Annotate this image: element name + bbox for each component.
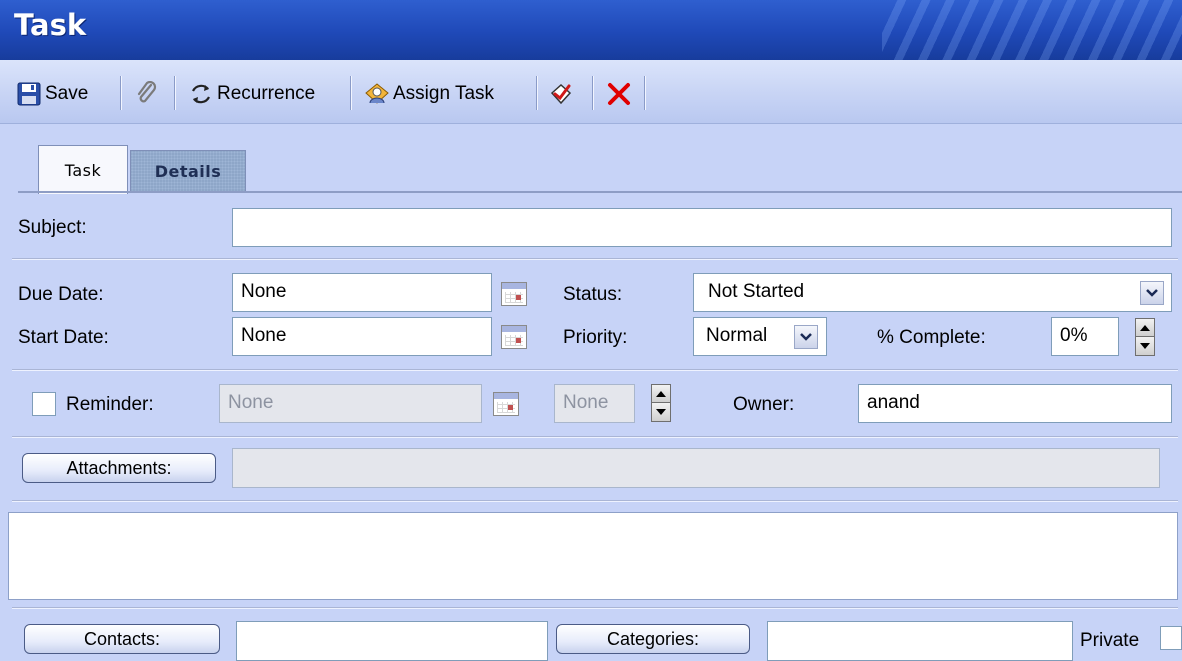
chevron-down-icon [800, 333, 812, 341]
recurrence-label: Recurrence [217, 83, 316, 104]
mark-complete-icon [550, 83, 572, 105]
calendar-icon[interactable] [501, 325, 527, 349]
percent-complete-spinner[interactable] [1135, 318, 1155, 356]
save-button[interactable]: Save [16, 78, 88, 110]
divider [12, 500, 1178, 502]
owner-label: Owner: [733, 394, 795, 415]
title-bar-decoration [882, 0, 1182, 60]
reminder-checkbox[interactable] [32, 392, 56, 416]
reminder-date-input[interactable]: None [219, 384, 482, 423]
status-select[interactable]: Not Started [693, 273, 1172, 312]
reminder-time-spinner[interactable] [651, 384, 671, 422]
divider [12, 258, 1178, 260]
toolbar-separator [350, 76, 352, 110]
toolbar: Save Recurrence Assign Task [0, 60, 1182, 124]
due-date-label: Due Date: [18, 284, 104, 305]
mark-complete-button[interactable] [548, 78, 577, 110]
subject-input[interactable] [232, 208, 1172, 247]
status-value: Not Started [708, 281, 805, 302]
toolbar-separator [592, 76, 594, 110]
spin-down-arrow[interactable] [652, 403, 670, 421]
toolbar-separator [644, 76, 646, 110]
status-label: Status: [563, 284, 623, 305]
tab-details[interactable]: Details [130, 150, 246, 192]
paperclip-icon [137, 81, 157, 103]
priority-label: Priority: [563, 327, 628, 348]
contacts-input[interactable] [236, 621, 548, 661]
tab-task[interactable]: Task [38, 145, 128, 194]
calendar-icon[interactable] [501, 282, 527, 306]
toolbar-separator [120, 76, 122, 110]
categories-input[interactable] [767, 621, 1073, 661]
due-date-input[interactable]: None [232, 273, 492, 312]
reminder-time-input[interactable]: None [554, 384, 635, 423]
assign-task-label: Assign Task [393, 83, 495, 104]
start-date-input[interactable]: None [232, 317, 492, 356]
delete-button[interactable] [606, 78, 635, 110]
priority-dropdown-button[interactable] [794, 325, 818, 349]
toolbar-separator [174, 76, 176, 110]
delete-icon [608, 83, 630, 105]
notes-textarea[interactable] [8, 512, 1178, 600]
title-bar [0, 0, 1182, 60]
priority-value: Normal [706, 325, 768, 346]
contacts-button[interactable]: Contacts: [24, 624, 220, 654]
categories-button[interactable]: Categories: [556, 624, 750, 654]
private-label: Private [1080, 630, 1140, 651]
subject-label: Subject: [18, 217, 87, 238]
reminder-label: Reminder: [66, 394, 154, 415]
divider [12, 436, 1178, 438]
save-icon [17, 82, 41, 106]
status-dropdown-button[interactable] [1140, 281, 1164, 305]
spin-down-arrow[interactable] [1136, 337, 1154, 355]
private-checkbox[interactable] [1160, 626, 1182, 650]
start-date-label: Start Date: [18, 327, 109, 348]
assign-task-button[interactable]: Assign Task [364, 78, 494, 110]
window-title: Task [14, 8, 87, 42]
owner-input[interactable]: anand [858, 384, 1172, 423]
chevron-down-icon [1146, 289, 1158, 297]
toolbar-separator [536, 76, 538, 110]
spin-up-arrow[interactable] [1136, 319, 1154, 337]
assign-task-icon [365, 83, 389, 104]
calendar-icon[interactable] [493, 392, 519, 416]
percent-complete-input[interactable]: 0% [1051, 317, 1119, 356]
attachments-field [232, 448, 1160, 488]
tab-baseline [18, 191, 1182, 193]
save-label: Save [45, 83, 89, 104]
attach-button[interactable] [134, 78, 163, 110]
recurrence-icon [192, 84, 210, 104]
divider [12, 607, 1178, 609]
divider [12, 369, 1178, 371]
recurrence-button[interactable]: Recurrence [188, 78, 315, 110]
attachments-button[interactable]: Attachments: [22, 453, 216, 483]
percent-complete-label: % Complete: [877, 327, 986, 348]
spin-up-arrow[interactable] [652, 385, 670, 403]
